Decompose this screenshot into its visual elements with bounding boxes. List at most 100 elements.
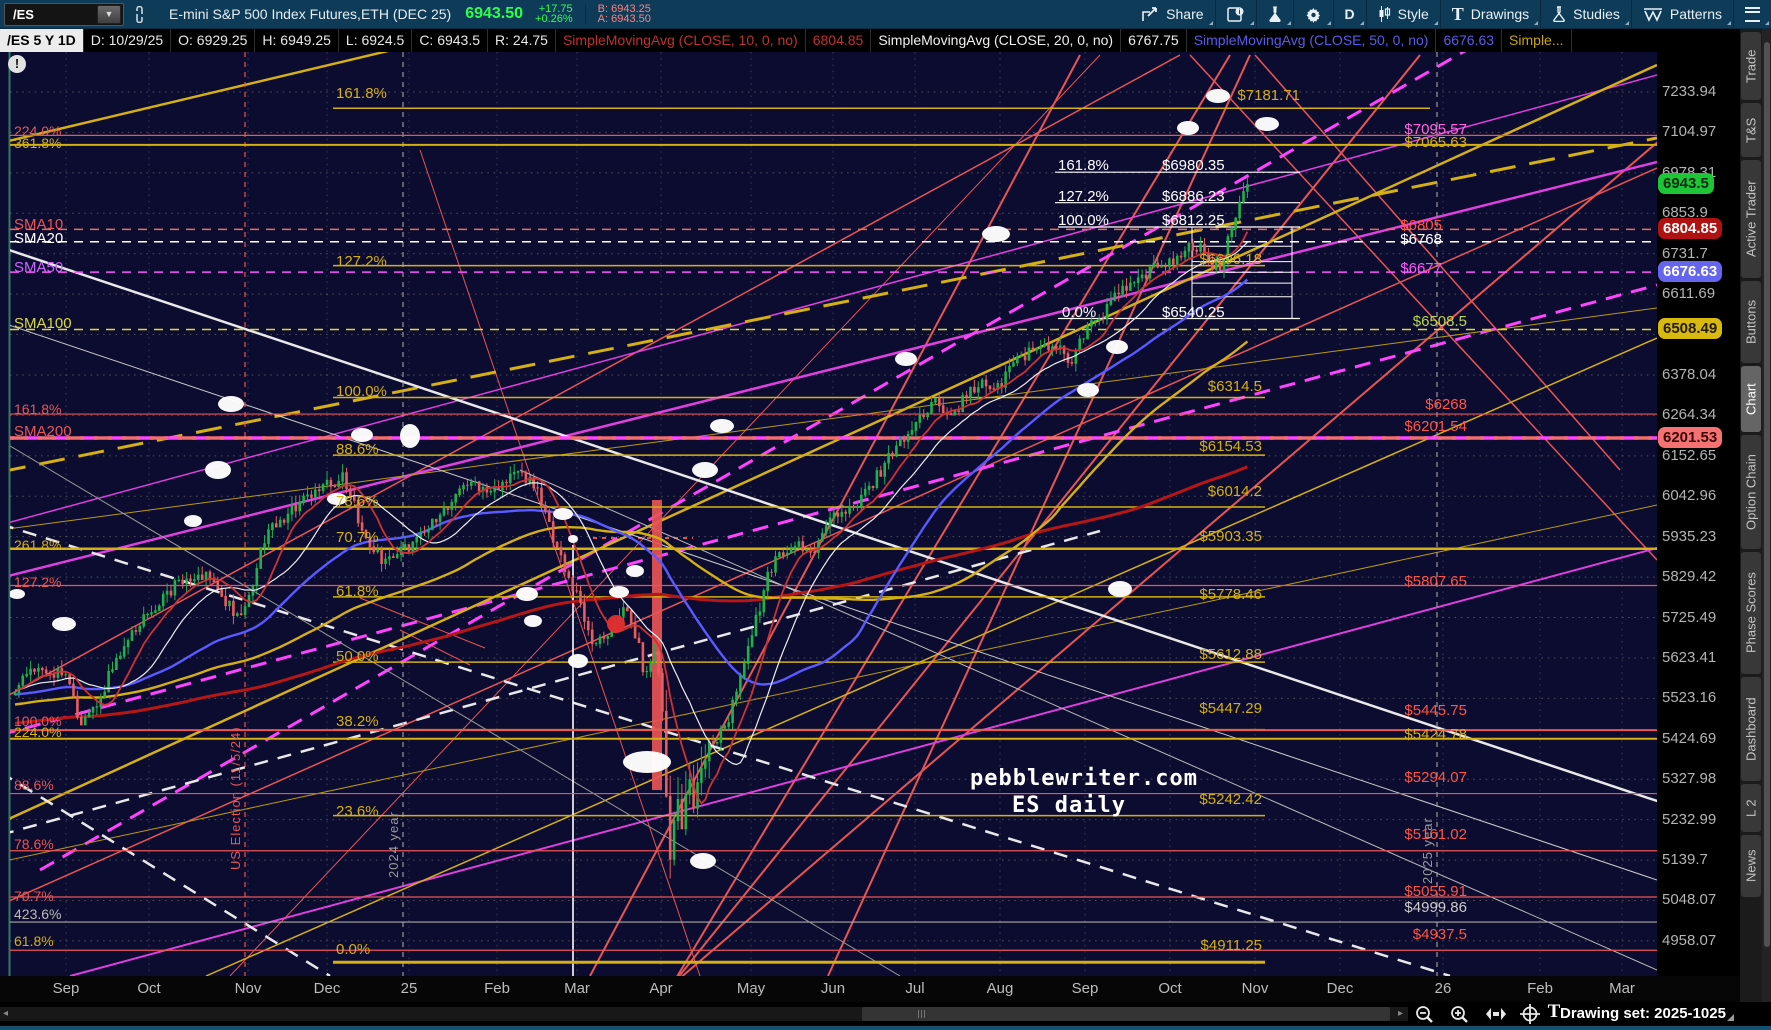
chart-header-cell: O: 6929.25 [171,28,256,52]
pan-icon[interactable] [1485,1004,1507,1024]
y-axis-tick: 5523.16 [1662,689,1717,707]
trading-platform-window: { "toolbar": { "symbol": "/ES", "title":… [0,0,1771,1030]
menu-button[interactable] [1733,0,1771,28]
hamburger-icon [1745,6,1760,22]
zoom-in-icon[interactable] [1448,1004,1470,1024]
x-axis-tick: Dec [313,980,341,997]
sidebar-tab-dashboard[interactable]: Dashboard [1741,677,1761,781]
chart-header-cell: C: 6943.5 [412,28,489,52]
price-axis[interactable]: 7233.947104.976978.316853.96731.76611.69… [1657,52,1740,976]
y-axis-tick: 6378.04 [1662,365,1717,383]
chart-header-cell: L: 6924.5 [339,28,413,52]
price-change: +17.75 +0.26% [535,3,573,25]
scroll-right-arrow[interactable]: ▸ [1398,1008,1403,1019]
chart-header-cell[interactable]: SimpleMovingAvg (CLOSE, 10, 0, no) [556,28,806,52]
svg-text:i: i [1238,9,1240,16]
drawings-icon: T [1451,3,1464,24]
y-axis-tick: 5623.41 [1662,648,1717,666]
sidebar-tab-buttons[interactable]: Buttons [1741,281,1761,363]
chart-describe-button[interactable]: i [1214,0,1256,28]
horizontal-scrollbar[interactable]: ◂ ▸ [0,1007,1408,1021]
sidebar-tab-phase-scores[interactable]: Phase Scores [1741,552,1761,674]
sidebar-tab-chart[interactable]: Chart [1741,366,1761,432]
flask-icon [1268,6,1281,22]
note-info-icon: i [1226,6,1244,22]
drawings-dropdown[interactable]: T Drawings [1439,0,1540,28]
y-axis-tick: 5048.07 [1662,891,1717,909]
scroll-left-arrow[interactable]: ◂ [3,1008,8,1019]
y-axis-tick: 5327.98 [1662,770,1717,788]
y-axis-tick: 6042.96 [1662,487,1717,505]
sidebar-tab-l-2[interactable]: L 2 [1741,784,1761,832]
y-axis-tick: 5424.69 [1662,729,1717,747]
symbol-value[interactable]: /ES [5,7,97,22]
x-axis-tick: 26 [1434,980,1452,997]
y-axis-tick: 6611.69 [1662,285,1716,303]
y-axis-tick: 5725.49 [1662,608,1717,626]
right-sidebar: Trade T&S Active Trader Buttons Chart Option … [1740,28,1771,1030]
analysis-tools-button[interactable] [1255,0,1293,28]
chart-header-cell: R: 24.75 [488,28,556,52]
last-price: 6943.50 [465,5,524,22]
chart-header-cell: D: 10/29/25 [84,28,172,52]
x-axis-tick: Oct [137,980,161,997]
sidebar-tab-trade[interactable]: Trade [1741,32,1761,100]
chart-header: /ES 5 Y 1D D: 10/29/25 O: 6929.25 H: 6949.2… [0,28,1740,52]
x-axis-tick: Dec [1326,980,1354,997]
time-axis[interactable]: Sep Oct Nov Dec 25 Feb Mar Apr May Jun Jul Aug Sep Oc… [0,976,1740,1002]
x-axis-tick: 25 [400,980,418,997]
x-axis-tick: Feb [1527,980,1553,997]
price-badge: 6201.53 [1658,427,1723,449]
chart-header-cell[interactable]: Simple... [1502,28,1572,52]
drawing-set-label[interactable]: Drawing set: 2025-1025 [1560,1005,1726,1022]
style-dropdown[interactable]: Style [1365,0,1440,28]
sidebar-tab-t-s[interactable]: T&S [1741,103,1761,157]
chart-header-cell[interactable]: 6676.63 [1436,28,1503,52]
chart-canvas[interactable] [0,0,1740,1030]
studies-dropdown[interactable]: Studies [1540,0,1631,28]
scrollbar-grip [918,1010,926,1018]
horizontal-scrollbar-thumb[interactable] [862,1007,1390,1021]
vertical-scrollbar-thumb[interactable] [1763,42,1770,947]
sidebar-tab-active-trader[interactable]: Active Trader [1741,160,1761,278]
studies-flask-icon [1553,6,1565,22]
settings-button[interactable] [1292,0,1333,28]
x-axis-tick: Sep [1071,980,1099,997]
x-axis-tick: Mar [1609,980,1635,997]
y-axis-tick: 5232.99 [1662,810,1717,828]
x-axis-tick: Feb [484,980,510,997]
x-axis-tick: Nov [234,980,262,997]
alert-icon[interactable]: ! [8,55,26,73]
vertical-scrollbar[interactable] [1762,28,1771,1030]
chart-header-cell[interactable]: 6804.85 [806,28,872,52]
sidebar-tab-news[interactable]: News [1741,835,1761,897]
y-axis-tick: 4958.07 [1662,931,1717,949]
x-axis-tick: Nov [1241,980,1269,997]
x-axis-tick: Oct [1158,980,1182,997]
sidebar-tab-option-chain[interactable]: Option Chain [1741,435,1761,549]
x-axis-tick: Jul [905,980,925,997]
patterns-dropdown[interactable]: Patterns [1630,0,1733,28]
patterns-icon [1643,7,1662,22]
drawing-set-expander[interactable] [1727,1014,1734,1021]
x-axis-tick: Sep [52,980,80,997]
zoom-out-icon[interactable] [1413,1004,1435,1024]
bottom-toolbar: ◂ ▸ T Drawing set: 2025-1025 [0,1001,1771,1026]
y-axis-tick: 6152.65 [1662,446,1717,464]
share-button[interactable]: Share [1131,0,1214,28]
chart-header-cell[interactable]: 6767.75 [1121,28,1187,52]
chart-header-cell[interactable]: SimpleMovingAvg (CLOSE, 20, 0, no) [871,28,1122,52]
price-badge: 6943.5 [1658,173,1714,195]
symbol-dropdown-icon[interactable]: ▼ [97,4,121,24]
y-axis-tick: 5139.7 [1662,851,1708,869]
price-badge: 6804.85 [1658,218,1723,240]
interval-dropdown[interactable]: D [1332,0,1366,28]
link-icon[interactable] [124,0,155,28]
x-axis-tick: Jun [820,980,846,997]
x-axis-tick: Mar [564,980,590,997]
x-axis-tick: May [736,980,766,997]
y-axis-tick: 7233.94 [1662,83,1717,100]
crosshair-icon[interactable] [1519,1004,1541,1024]
chart-header-cell[interactable]: SimpleMovingAvg (CLOSE, 50, 0, no) [1187,28,1437,52]
symbol-input[interactable]: /ES ▼ [4,2,124,26]
